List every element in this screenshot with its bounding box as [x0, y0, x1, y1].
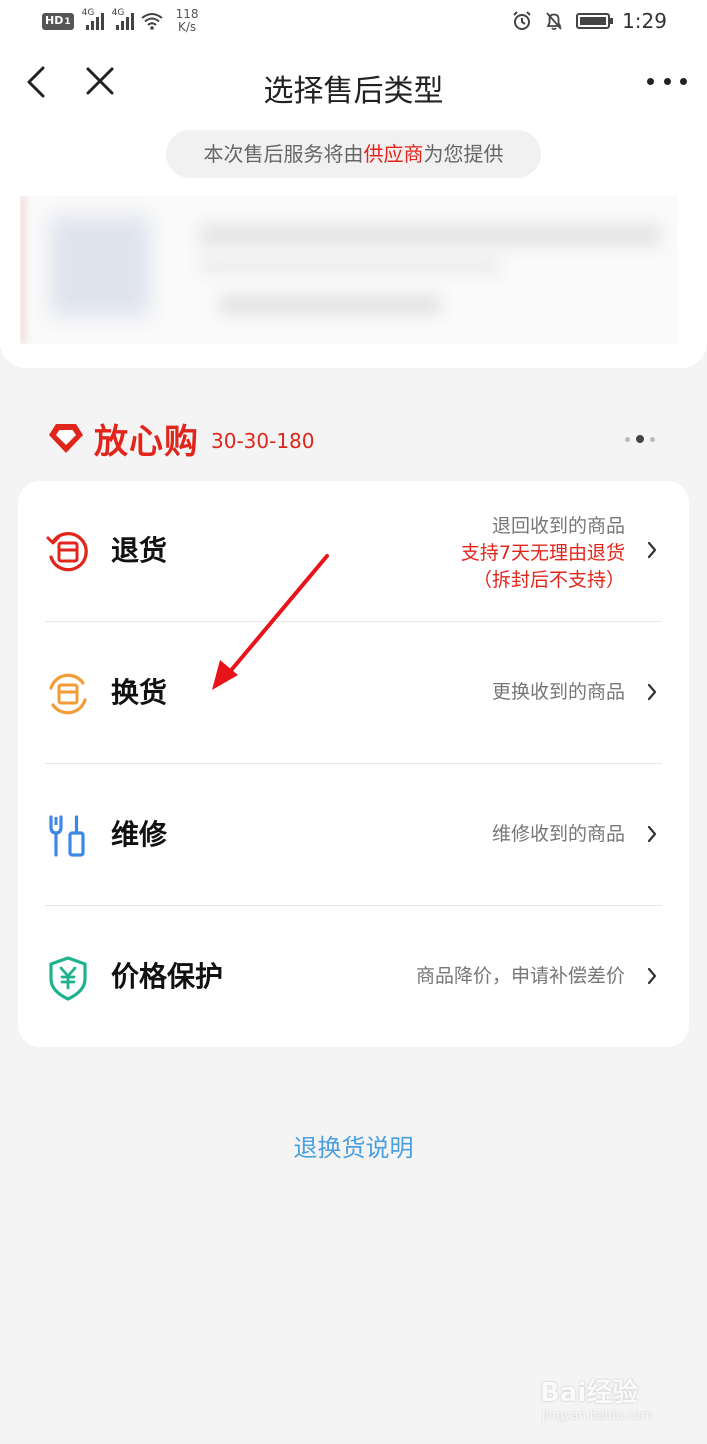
pager-dot	[650, 436, 655, 442]
brand-code: 30-30-180	[211, 429, 315, 453]
price-shield-icon	[49, 956, 87, 1001]
brand-name: 放心购	[94, 421, 199, 462]
top-panel: HD1 4G 4G 118 K/s 1:29 选择售后类型 本次售后服务将由供应…	[0, 0, 707, 368]
blurred-text	[200, 256, 500, 274]
watermark-logo: Bai经验	[540, 1378, 639, 1408]
return-exchange-info-link[interactable]: 退换货说明	[0, 1128, 707, 1163]
heart-diamond-icon	[49, 424, 83, 453]
blurred-edge	[20, 196, 26, 344]
product-card-blurred[interactable]	[20, 196, 678, 344]
blurred-text	[200, 224, 660, 246]
service-provider-notice: 本次售后服务将由供应商为您提供	[166, 130, 541, 178]
after-sale-options: 退货 退回收到的商品 支持7天无理由退货 （拆封后不支持） 换货 更换收到的商品	[18, 481, 689, 1047]
option-desc: 更换收到的商品	[491, 681, 625, 703]
pager-dot	[625, 436, 630, 442]
signal-icon: 4G	[82, 8, 104, 30]
option-desc-text: 退回收到的商品	[491, 515, 625, 537]
exchange-box-icon	[49, 673, 87, 715]
option-desc-note: （拆封后不支持）	[472, 569, 625, 591]
chevron-right-icon	[647, 541, 657, 559]
chevron-right-icon	[647, 825, 657, 843]
blurred-text	[220, 296, 440, 314]
alarm-icon	[513, 11, 531, 30]
more-icon[interactable]	[647, 72, 687, 90]
notice-suffix: 为您提供	[423, 142, 504, 166]
option-desc-highlight: 支持7天无理由退货	[460, 542, 625, 564]
option-desc: 退回收到的商品 支持7天无理由退货 （拆封后不支持）	[461, 513, 625, 594]
option-label: 维修	[111, 818, 168, 851]
clock: 1:29	[622, 9, 667, 33]
battery-icon	[576, 13, 614, 29]
option-exchange[interactable]: 换货 更换收到的商品	[18, 623, 689, 764]
baidu-jingyan-watermark: Bai经验 jingyan.baidu.com	[540, 1368, 675, 1428]
divider	[45, 763, 662, 764]
status-left: HD1 4G 4G 118 K/s	[42, 8, 199, 34]
option-desc: 维修收到的商品	[491, 823, 625, 845]
option-repair[interactable]: 维修 维修收到的商品	[18, 765, 689, 906]
wifi-icon	[140, 13, 163, 30]
status-right: 1:29	[512, 9, 667, 33]
nav-bar: 选择售后类型	[0, 52, 707, 112]
page-title: 选择售后类型	[263, 74, 444, 109]
hd-icon: HD1	[42, 12, 74, 30]
pager-dots	[625, 435, 655, 443]
notice-highlight: 供应商	[363, 142, 424, 166]
option-return[interactable]: 退货 退回收到的商品 支持7天无理由退货 （拆封后不支持）	[18, 481, 689, 622]
repair-tools-icon	[49, 815, 85, 857]
option-label: 退货	[111, 534, 168, 567]
mute-bell-icon	[546, 12, 562, 31]
network-speed: 118 K/s	[175, 7, 199, 34]
notice-prefix: 本次售后服务将由	[203, 142, 364, 166]
option-label: 换货	[111, 676, 168, 709]
watermark-url: jingyan.baidu.com	[542, 1408, 653, 1422]
chevron-right-icon	[647, 683, 657, 701]
option-desc: 商品降价，申请补偿差价	[415, 965, 625, 987]
signal-icon: 4G	[112, 8, 134, 30]
status-bar: HD1 4G 4G 118 K/s 1:29	[0, 0, 707, 44]
option-price-protect[interactable]: 价格保护 商品降价，申请补偿差价	[18, 907, 689, 1048]
product-thumbnail	[50, 216, 150, 316]
chevron-right-icon	[647, 967, 657, 985]
divider	[45, 621, 662, 622]
brand-header: 放心购 30-30-180	[46, 418, 315, 462]
option-label: 价格保护	[111, 960, 224, 993]
return-box-icon	[46, 532, 88, 572]
divider	[45, 905, 662, 906]
pager-dot-active	[636, 435, 644, 443]
